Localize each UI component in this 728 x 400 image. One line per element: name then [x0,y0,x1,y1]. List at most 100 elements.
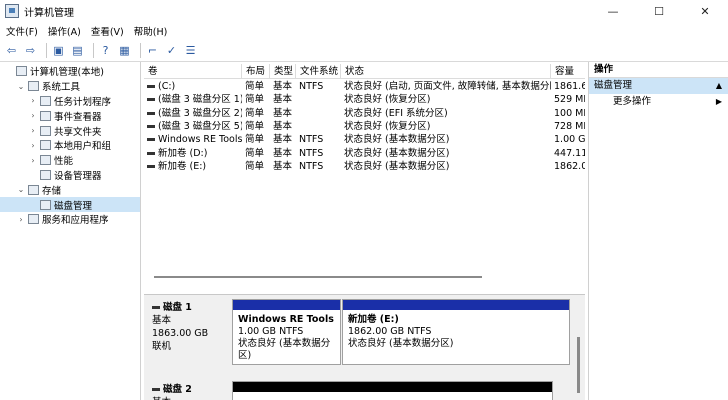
volume-name: (磁盘 3 磁盘分区 2) [144,107,242,120]
menu-file[interactable]: 文件(F) [6,24,38,38]
volume-capacity: 1.00 GI [554,134,585,146]
expanded-chevron-icon[interactable]: ⌄ [16,185,26,194]
volume-layout: 简单 [245,134,265,146]
collapse-icon[interactable]: ▲ [716,78,722,94]
tree-item[interactable]: › 服务和应用程序 [0,212,140,227]
column-volume[interactable]: 卷 [144,64,242,79]
volume-row[interactable]: (磁盘 3 磁盘分区 2) 简单 基本 状态良好 (EFI 系统分区) 100 MI [144,107,585,120]
volume-name: (磁盘 3 磁盘分区 5) [144,120,242,133]
tree-item[interactable]: › 事件查看器 [0,108,140,123]
column-filesystem[interactable]: 文件系统 [296,64,341,79]
volume-name: 新加卷 (E:) [144,160,242,173]
storage-icon [28,184,39,195]
partition-status: 状态良好 (基本数据分区) [238,338,331,361]
tree-item[interactable]: 设备管理器 [0,168,140,183]
menu-help[interactable]: 帮助(H) [134,24,168,38]
collapsed-chevron-icon[interactable]: › [16,215,26,224]
volume-status: 状态良好 (基本数据分区) [344,147,450,159]
volume-icon [147,111,155,115]
forward-icon[interactable]: ⇨ [23,43,38,58]
disk-2-info[interactable]: 磁盘 2 基本 [152,383,192,400]
tree-item[interactable]: › 任务计划程序 [0,94,140,109]
partition-size: 1.00 GB NTFS [238,326,304,337]
tree-item-label: 计算机管理(本地) [30,67,104,79]
collapsed-chevron-icon[interactable]: › [28,156,38,165]
collapsed-chevron-icon[interactable]: › [28,141,38,150]
volume-row[interactable]: (磁盘 3 磁盘分区 5) 简单 基本 状态良好 (恢复分区) 728 MI [144,120,585,133]
volume-row[interactable]: (C:) 简单 基本 NTFS 状态良好 (启动, 页面文件, 故障转储, 基本数据分区… [144,80,585,93]
disk-1-info[interactable]: 磁盘 1 基本 1863.00 GB 联机 [152,301,208,353]
volume-type: 基本 [273,134,293,146]
toolbar-separator [140,43,141,58]
volume-status: 状态良好 (恢复分区) [344,94,431,106]
volume-row[interactable]: 新加卷 (E:) 简单 基本 NTFS 状态良好 (基本数据分区) 1862.0 [144,160,585,173]
volume-name: (C:) [144,80,242,93]
partition-windows-re-tools[interactable]: Windows RE Tools 1.00 GB NTFS 状态良好 (基本数据… [232,299,341,365]
volume-row[interactable]: 新加卷 (D:) 简单 基本 NTFS 状态良好 (基本数据分区) 447.11 [144,147,585,160]
volume-icon [147,85,155,88]
volume-filesystem [296,107,341,120]
disk-type: 基本 [152,396,192,400]
maximize-button[interactable]: ☐ [636,0,682,22]
collapsed-chevron-icon[interactable]: › [28,111,38,120]
disk-management-pane: 卷 布局 类型 文件系统 状态 容量 (C:) 简单 基本 NTFS 状态良好 (启动,… [144,62,585,400]
volume-label: (磁盘 3 磁盘分区 2) [158,107,242,119]
volume-label: 新加卷 (E:) [158,160,207,172]
volume-row[interactable]: (磁盘 3 磁盘分区 1) 简单 基本 状态良好 (恢复分区) 529 MI [144,93,585,106]
disk-state: 联机 [152,341,172,352]
window-title: 计算机管理 [24,7,74,19]
volume-layout: 简单 [245,147,265,159]
menu-view[interactable]: 查看(V) [91,24,124,38]
submenu-arrow-icon: ▶ [715,97,722,106]
volume-label: Windows RE Tools [158,134,242,146]
expanded-chevron-icon[interactable]: ⌄ [16,82,26,91]
column-type[interactable]: 类型 [270,64,296,79]
tree-item[interactable]: ⌄ 系统工具 [0,79,140,94]
column-capacity[interactable]: 容量 [551,64,585,79]
column-layout[interactable]: 布局 [242,64,270,79]
collapsed-chevron-icon[interactable]: › [28,96,38,105]
connect-icon[interactable]: ⌐ [145,43,160,58]
close-button[interactable]: ✕ [682,0,728,22]
tree-item[interactable]: ⌄ 存储 [0,182,140,197]
disk-icon [152,388,160,391]
tree-item[interactable]: › 共享文件夹 [0,123,140,138]
share-icon [40,125,51,136]
partition-status: 状态良好 (基本数据分区) [348,338,454,349]
tree-item[interactable]: 磁盘管理 [0,197,140,212]
volume-capacity: 1861.6 [554,81,585,92]
list-icon[interactable]: ☰ [183,43,198,58]
disk-name: 磁盘 2 [163,384,192,395]
vertical-scrollbar[interactable] [577,337,580,393]
column-status[interactable]: 状态 [341,64,551,79]
up-folder-icon[interactable]: ▣ [51,43,66,58]
volume-layout: 简单 [245,81,265,92]
volume-type: 基本 [273,120,293,132]
minimize-button[interactable]: — [590,0,636,22]
disk-name: 磁盘 1 [163,302,192,313]
volume-capacity: 728 MI [554,120,585,132]
volume-row[interactable]: Windows RE Tools 简单 基本 NTFS 状态良好 (基本数据分区) 1.0… [144,133,585,146]
event-icon [40,110,51,121]
volume-layout: 简单 [245,107,265,119]
volume-filesystem: NTFS [299,81,324,92]
show-hide-tree-icon[interactable]: ▤ [70,43,85,58]
horizontal-scrollbar[interactable] [154,276,482,278]
actions-section-disk-management[interactable]: 磁盘管理 ▲ [589,78,728,94]
check-icon[interactable]: ✓ [164,43,179,58]
disk-type: 基本 [152,315,172,326]
more-actions[interactable]: 更多操作 ▶ [589,94,728,110]
properties-icon[interactable]: ▦ [117,43,132,58]
back-icon[interactable]: ⇦ [4,43,19,58]
partition-new-volume-e[interactable]: 新加卷 (E:) 1862.00 GB NTFS 状态良好 (基本数据分区) [342,299,570,365]
menu-action[interactable]: 操作(A) [48,24,81,38]
tree-item[interactable]: › 本地用户和组 [0,138,140,153]
help-icon[interactable]: ? [98,43,113,58]
collapsed-chevron-icon[interactable]: › [28,126,38,135]
tree-item[interactable]: › 性能 [0,153,140,168]
tree-item[interactable]: 计算机管理(本地) [0,64,140,79]
volume-status: 状态良好 (启动, 页面文件, 故障转储, 基本数据分区) [344,81,551,92]
partition-disk-2[interactable] [232,381,553,400]
menu-bar: 文件(F) 操作(A) 查看(V) 帮助(H) [0,22,728,40]
volume-icon [147,138,155,142]
